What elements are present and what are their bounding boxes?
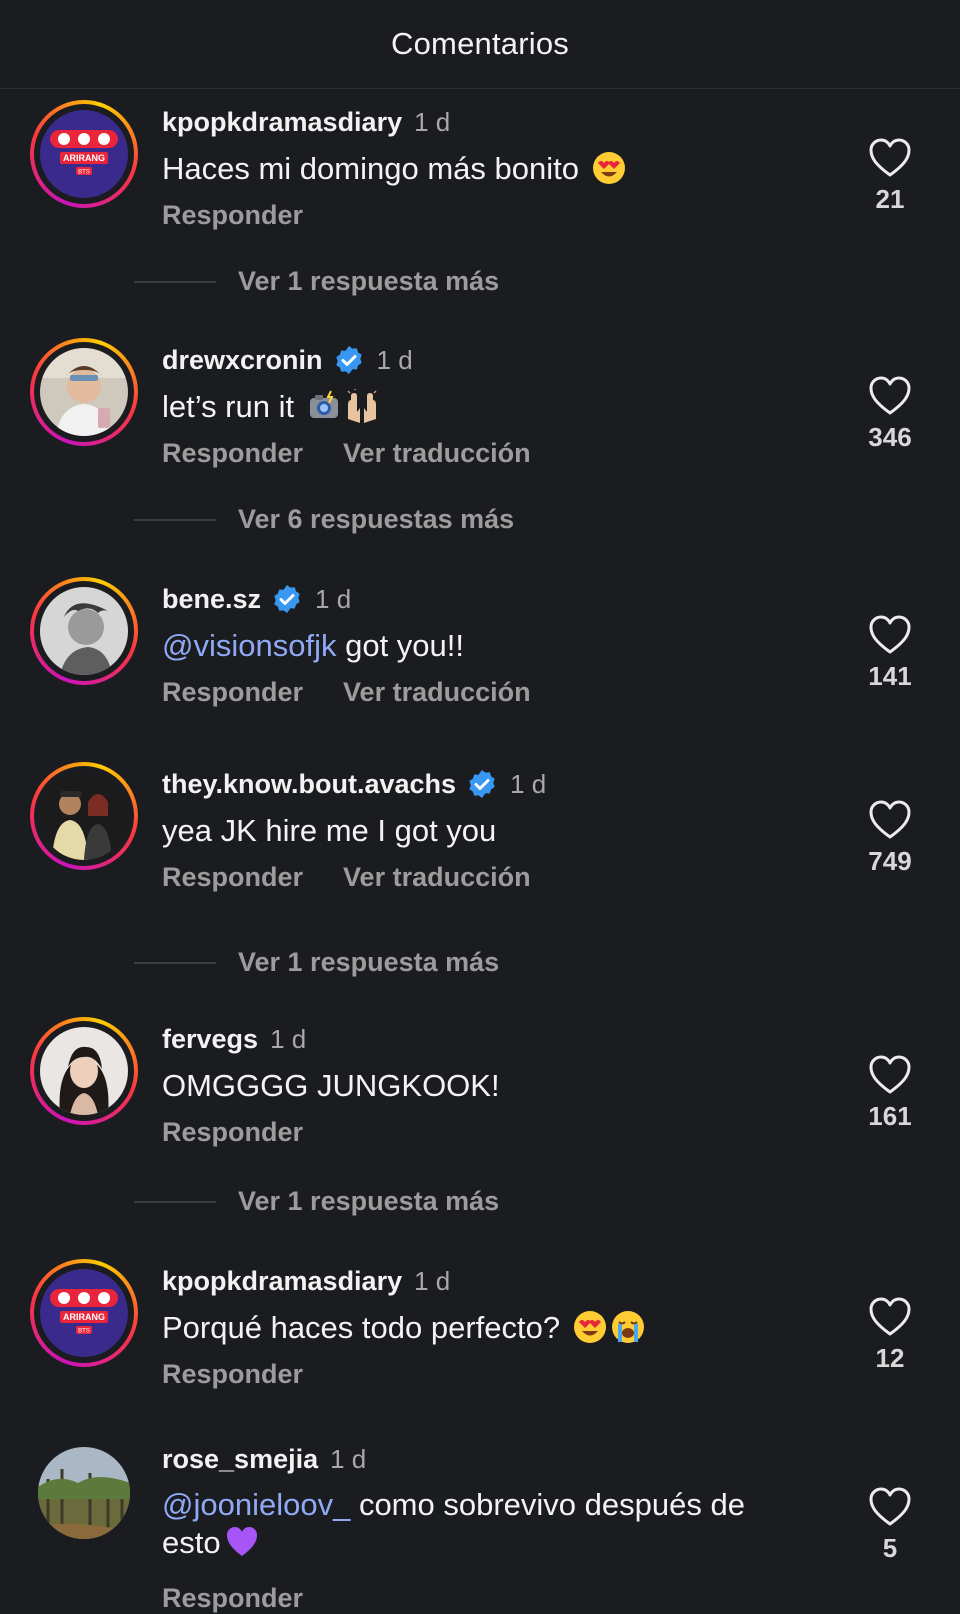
like-count: 141 <box>868 661 912 691</box>
comment-text: Haces mi domingo más bonito <box>162 150 802 188</box>
comment-text: Porqué haces todo perfecto? <box>162 1309 802 1347</box>
like-control[interactable]: 749 <box>848 800 932 877</box>
mention-link[interactable]: @visionsofjk <box>162 628 336 663</box>
reply-button[interactable]: Responder <box>162 677 303 707</box>
arirang-logo: ARIRANG BTS <box>40 110 128 198</box>
reply-button[interactable]: Responder <box>162 1117 303 1147</box>
profile-photo <box>40 587 128 675</box>
replies-divider <box>134 1200 216 1203</box>
reply-button[interactable]: Responder <box>162 1359 303 1389</box>
comments-header: Comentarios <box>0 0 960 89</box>
heart-icon[interactable] <box>868 376 912 416</box>
username[interactable]: bene.sz <box>162 584 261 615</box>
username[interactable]: rose_smejia <box>162 1444 318 1475</box>
like-control[interactable]: 12 <box>848 1297 932 1374</box>
verified-badge-icon <box>333 344 365 376</box>
avatar[interactable] <box>30 577 138 685</box>
avatar[interactable]: ARIRANG BTS <box>30 1259 138 1367</box>
replies-divider <box>134 518 216 521</box>
like-count: 749 <box>868 846 912 876</box>
comment-text: @visionsofjk got you!! <box>162 628 464 663</box>
svg-text:BTS: BTS <box>78 1329 90 1335</box>
verified-badge-icon <box>466 768 498 800</box>
heart-icon[interactable] <box>868 800 912 840</box>
replies-divider <box>134 961 216 964</box>
view-replies-button[interactable]: Ver 1 respuesta más <box>134 1186 499 1217</box>
timestamp: 1 d <box>510 768 547 799</box>
reply-button[interactable]: Responder <box>162 438 303 468</box>
avatar-brand-text: ARIRANG <box>63 1312 105 1322</box>
header-title: Comentarios <box>391 26 569 61</box>
like-control[interactable]: 141 <box>848 615 932 692</box>
timestamp: 1 d <box>315 583 352 614</box>
heart-eyes-emoji <box>573 1310 607 1344</box>
mention-link[interactable]: @joonieloov_ <box>162 1487 350 1522</box>
timestamp: 1 d <box>414 106 451 137</box>
heart-icon[interactable] <box>868 1055 912 1095</box>
avatar[interactable] <box>30 338 138 446</box>
like-count: 5 <box>882 1533 898 1563</box>
svg-text:BTS: BTS <box>78 170 90 176</box>
timestamp: 1 d <box>330 1443 367 1474</box>
like-count: 161 <box>868 1101 912 1131</box>
translate-button[interactable]: Ver traducción <box>343 438 531 468</box>
reply-button[interactable]: Responder <box>162 1583 303 1613</box>
purple-heart-emoji <box>225 1525 259 1559</box>
comment-text: OMGGGG JUNGKOOK! <box>162 1068 500 1103</box>
timestamp: 1 d <box>376 344 413 375</box>
loudly-crying-emoji <box>611 1310 645 1344</box>
timestamp: 1 d <box>414 1265 451 1296</box>
like-count: 21 <box>875 184 905 214</box>
profile-photo <box>40 1027 128 1115</box>
username[interactable]: fervegs <box>162 1024 258 1055</box>
raised-hands-emoji <box>345 389 379 423</box>
heart-icon[interactable] <box>868 138 912 178</box>
username[interactable]: they.know.bout.avachs <box>162 769 456 800</box>
view-replies-button[interactable]: Ver 6 respuestas más <box>134 504 514 535</box>
like-control[interactable]: 161 <box>848 1055 932 1132</box>
avatar-brand-text: ARIRANG <box>63 153 105 163</box>
translate-button[interactable]: Ver traducción <box>343 677 531 707</box>
reply-button[interactable]: Responder <box>162 200 303 230</box>
comment-text: yea JK hire me I got you <box>162 813 497 848</box>
avatar[interactable] <box>30 1017 138 1125</box>
like-control[interactable]: 21 <box>848 138 932 215</box>
like-count: 346 <box>868 422 912 452</box>
username[interactable]: kpopkdramasdiary <box>162 1266 402 1297</box>
profile-photo <box>40 348 128 436</box>
heart-icon[interactable] <box>868 1487 912 1527</box>
profile-photo <box>40 772 128 860</box>
username[interactable]: kpopkdramasdiary <box>162 107 402 138</box>
view-replies-button[interactable]: Ver 1 respuesta más <box>134 947 499 978</box>
avatar[interactable] <box>30 1447 138 1555</box>
username[interactable]: drewxcronin <box>162 345 323 376</box>
translate-button[interactable]: Ver traducción <box>343 862 531 892</box>
like-control[interactable]: 346 <box>848 376 932 453</box>
timestamp: 1 d <box>270 1023 307 1054</box>
like-control[interactable]: 5 <box>848 1487 932 1564</box>
arirang-logo: ARIRANG BTS <box>40 1269 128 1357</box>
avatar[interactable] <box>30 762 138 870</box>
profile-photo <box>38 1447 130 1539</box>
avatar[interactable]: ARIRANG BTS <box>30 100 138 208</box>
verified-badge-icon <box>271 583 303 615</box>
view-replies-button[interactable]: Ver 1 respuesta más <box>134 266 499 297</box>
like-count: 12 <box>875 1343 905 1373</box>
heart-icon[interactable] <box>868 615 912 655</box>
camera-flash-emoji <box>307 389 341 423</box>
reply-button[interactable]: Responder <box>162 862 303 892</box>
replies-divider <box>134 280 216 283</box>
heart-icon[interactable] <box>868 1297 912 1337</box>
comment-text: let’s run it <box>162 388 802 426</box>
comment-text: @joonieloov_ como sobrevivo después de e… <box>162 1487 745 1560</box>
heart-eyes-emoji <box>592 151 626 185</box>
